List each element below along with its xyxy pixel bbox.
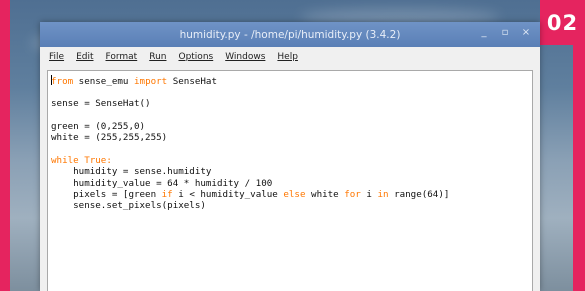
code-text: white (305, 188, 345, 200)
code-text: i < humidity_value (172, 188, 284, 200)
code-line: pixels = [green if i < humidity_value el… (51, 189, 532, 200)
code-keyword: import (134, 76, 168, 87)
code-keyword: if (161, 188, 173, 200)
window-controls: _ ▫ × (478, 27, 532, 38)
idle-editor-window: humidity.py - /home/pi/humidity.py (3.4.… (40, 22, 540, 291)
maximize-icon[interactable]: ▫ (499, 27, 511, 38)
menu-bar: File Edit Format Run Options Windows Hel… (40, 47, 540, 67)
menu-options[interactable]: Options (178, 52, 213, 62)
code-keyword: from (51, 76, 74, 87)
code-text: sense_emu (73, 76, 134, 87)
menu-format[interactable]: Format (106, 52, 138, 62)
code-line: white = (255,255,255) (51, 131, 168, 143)
code-keyword: for (344, 188, 361, 200)
window-title: humidity.py - /home/pi/humidity.py (3.4.… (179, 28, 401, 41)
menu-help[interactable]: Help (277, 52, 298, 62)
code-line: humidity_value = 64 * humidity / 100 (51, 177, 273, 189)
code-text: i (360, 188, 378, 200)
code-text: range(64)] (388, 188, 450, 200)
code-text: pixels = [green (51, 188, 162, 200)
menu-windows[interactable]: Windows (225, 52, 265, 62)
code-keyword: in (377, 188, 389, 200)
step-number-badge: 02 (540, 0, 585, 45)
code-line: from sense_emu import SenseHat (51, 75, 532, 87)
magazine-frame-left (0, 0, 10, 291)
code-editor[interactable]: from sense_emu import SenseHat sense = S… (47, 70, 533, 291)
code-line: while True: (51, 154, 112, 166)
window-titlebar[interactable]: humidity.py - /home/pi/humidity.py (3.4.… (40, 22, 540, 47)
code-line: sense.set_pixels(pixels) (51, 200, 206, 212)
code-line: green = (0,255,0) (51, 120, 146, 132)
code-line: sense = SenseHat() (51, 97, 151, 109)
menu-run[interactable]: Run (149, 52, 166, 62)
code-keyword: else (283, 188, 306, 200)
menu-file[interactable]: File (49, 52, 64, 62)
minimize-icon[interactable]: _ (478, 27, 490, 38)
menu-edit[interactable]: Edit (76, 52, 93, 62)
close-icon[interactable]: × (520, 27, 532, 38)
code-text: SenseHat (167, 76, 217, 87)
code-line: humidity = sense.humidity (51, 166, 212, 178)
